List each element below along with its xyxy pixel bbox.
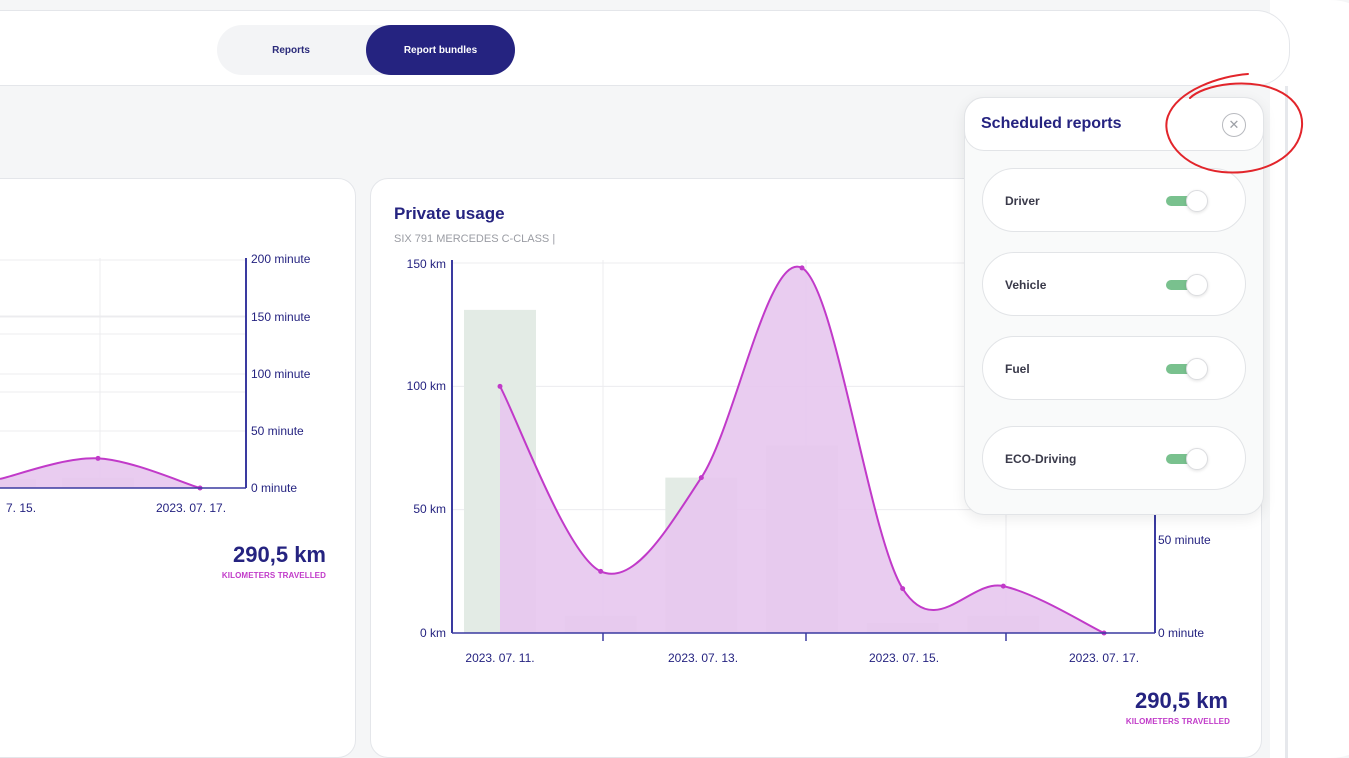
- driver-toggle[interactable]: [1166, 190, 1210, 212]
- main-right-y-tick-label: 0 minute: [1158, 626, 1204, 640]
- fuel-toggle[interactable]: [1166, 358, 1210, 380]
- x-tick-label: 2023. 07. 11.: [465, 651, 534, 665]
- chart-point: [598, 568, 604, 574]
- close-icon[interactable]: ✕: [1222, 113, 1246, 137]
- report-row-vehicle: Vehicle: [982, 252, 1246, 316]
- x-tick-label: 2023. 07. 13.: [668, 651, 738, 665]
- y-tick-label: 0 km: [420, 626, 446, 640]
- page: Reports Report bundles 200 minute 150 mi…: [0, 0, 1349, 758]
- toggle-knob: [1186, 190, 1208, 212]
- report-label: Vehicle: [1005, 278, 1047, 292]
- chart-point: [900, 586, 906, 592]
- eco-driving-toggle[interactable]: [1166, 448, 1210, 470]
- toggle-knob: [1186, 274, 1208, 296]
- chart-point: [1000, 583, 1006, 589]
- scheduled-reports-header: Scheduled reports: [964, 97, 1264, 151]
- panel-title: Scheduled reports: [981, 115, 1122, 132]
- y-tick-label: 50 km: [413, 502, 446, 516]
- report-label: Fuel: [1005, 362, 1030, 376]
- main-chart-y-labels: 150 km 100 km 50 km 0 km: [407, 257, 446, 640]
- y-tick-label: 100 km: [407, 379, 446, 393]
- chart-point: [698, 475, 704, 481]
- main-chart-x-labels: 2023. 07. 11. 2023. 07. 13. 2023. 07. 15. 2…: [465, 651, 1139, 665]
- chart-point: [799, 265, 805, 271]
- main-right-y-tick-label: 50 minute: [1158, 533, 1211, 547]
- y-tick-label: 150 km: [407, 257, 446, 271]
- report-row-fuel: Fuel: [982, 336, 1246, 400]
- report-row-driver: Driver: [982, 168, 1246, 232]
- main-kpi-value: 290,5 km: [1135, 688, 1228, 713]
- x-tick-label: 2023. 07. 15.: [869, 651, 939, 665]
- report-label: ECO-Driving: [1005, 452, 1077, 466]
- report-row-eco-driving: ECO-Driving: [982, 426, 1246, 490]
- toggle-knob: [1186, 448, 1208, 470]
- vehicle-toggle[interactable]: [1166, 274, 1210, 296]
- main-chart-x-ticks: [602, 633, 1007, 641]
- x-tick-label: 2023. 07. 17.: [1069, 651, 1139, 665]
- main-kpi-label: KILOMETERS TRAVELLED: [1125, 717, 1230, 726]
- report-label: Driver: [1005, 194, 1040, 208]
- toggle-knob: [1186, 358, 1208, 380]
- chart-point: [497, 383, 503, 389]
